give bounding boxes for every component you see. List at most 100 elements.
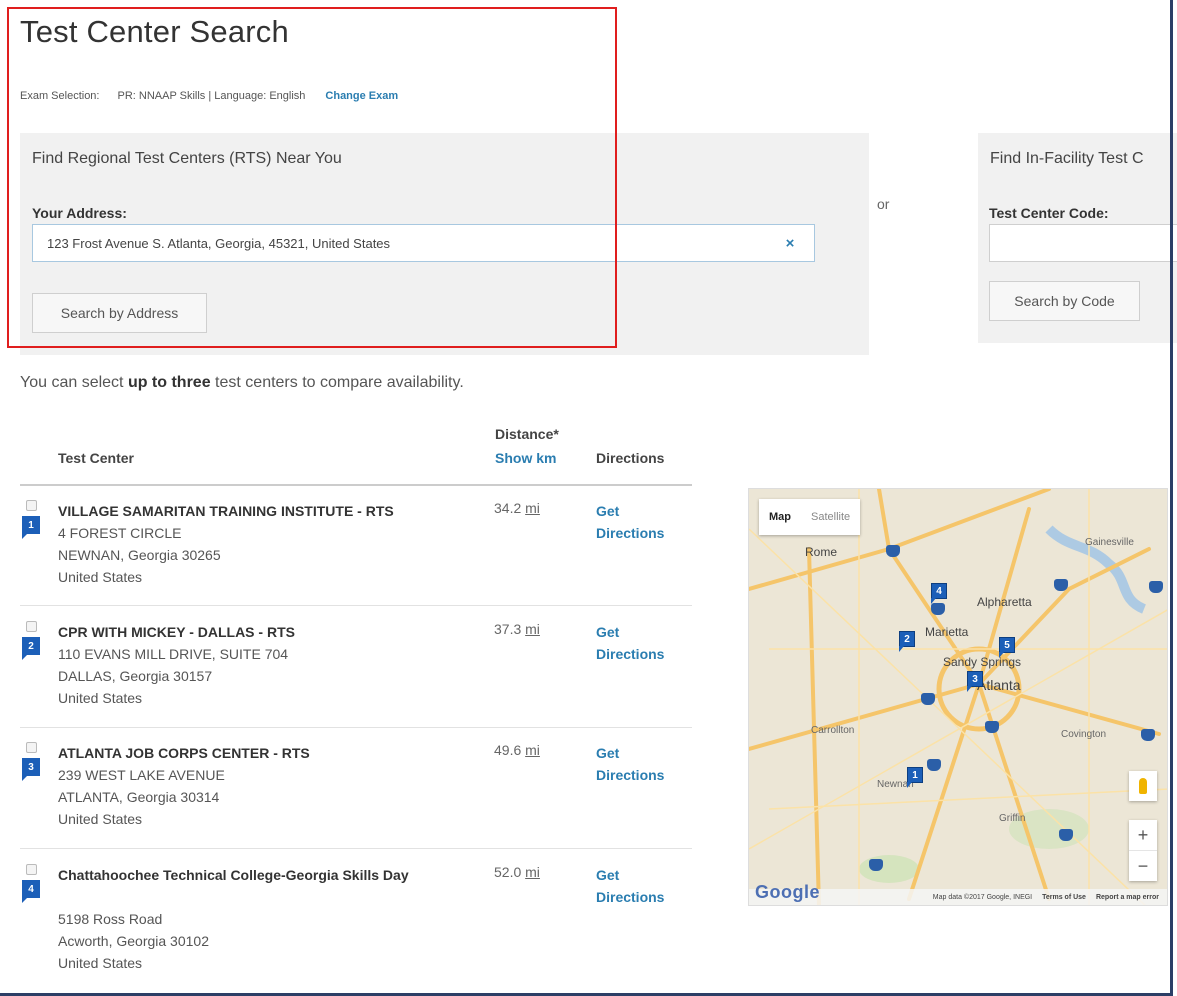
table-row: 2 CPR WITH MICKEY - DALLAS - RTS 110 EVA… — [20, 621, 692, 721]
google-logo: Google — [755, 882, 820, 902]
table-row: 3 ATLANTA JOB CORPS CENTER - RTS 239 WES… — [20, 742, 692, 842]
center-address-line1: 5198 Ross Road — [58, 911, 163, 927]
clear-icon[interactable]: × — [780, 235, 800, 252]
address-input[interactable]: 123 Frost Avenue S. Atlanta, Georgia, 45… — [32, 224, 815, 262]
zoom-out-button[interactable]: − — [1129, 851, 1157, 881]
select-checkbox[interactable] — [26, 621, 37, 632]
map-type-toggle[interactable]: Map Satellite — [759, 499, 861, 535]
center-address-line1: 110 EVANS MILL DRIVE, SUITE 704 — [58, 646, 289, 662]
results-map[interactable]: Map Satellite Rome Gainesville Alpharett… — [748, 488, 1168, 906]
highway-shield-icon — [931, 603, 945, 615]
get-directions-link[interactable]: Get Directions — [596, 864, 664, 908]
city-label: Carrollton — [811, 725, 855, 736]
center-address-line2: ATLANTA, Georgia 30314 — [58, 789, 220, 805]
column-header-distance: Distance* — [495, 426, 559, 442]
row-divider — [20, 848, 692, 849]
select-checkbox[interactable] — [26, 742, 37, 753]
search-by-address-button[interactable]: Search by Address — [32, 293, 207, 333]
center-distance: 52.0 mi — [494, 864, 540, 880]
page-title: Test Center Search — [20, 14, 289, 49]
center-distance: 37.3 mi — [494, 621, 540, 637]
city-label: Marietta — [925, 625, 969, 639]
row-divider — [20, 605, 692, 606]
test-center-code-label: Test Center Code: — [989, 205, 1109, 221]
map-marker-icon: 1 — [22, 516, 40, 539]
center-name: VILLAGE SAMARITAN TRAINING INSTITUTE - R… — [58, 503, 394, 519]
map-marker-icon: 3 — [22, 758, 40, 781]
highway-shield-icon — [886, 545, 900, 557]
exam-selection-value: PR: NNAAP Skills | Language: English — [117, 90, 306, 102]
map-pin-icon[interactable]: 5 — [999, 637, 1015, 658]
table-row: 1 VILLAGE SAMARITAN TRAINING INSTITUTE -… — [20, 500, 692, 600]
center-address-line1: 4 FOREST CIRCLE — [58, 525, 182, 541]
map-pin-icon[interactable]: 2 — [899, 631, 915, 652]
city-label: Gainesville — [1085, 537, 1134, 548]
city-label: Alpharetta — [977, 595, 1032, 609]
map-pin-icon[interactable]: 1 — [907, 767, 923, 788]
map-pin-icon[interactable]: 4 — [931, 583, 947, 604]
map-pin-icon[interactable]: 3 — [967, 671, 983, 692]
window-border — [1170, 0, 1173, 996]
center-country: United States — [58, 811, 143, 827]
center-address-line1: 239 WEST LAKE AVENUE — [58, 767, 225, 783]
satellite-tab[interactable]: Satellite — [801, 499, 860, 535]
highway-shield-icon — [921, 693, 935, 705]
map-marker-icon: 2 — [22, 637, 40, 660]
select-checkbox[interactable] — [26, 500, 37, 511]
or-separator: or — [877, 196, 890, 212]
highway-shield-icon — [1141, 729, 1155, 741]
search-by-code-button[interactable]: Search by Code — [989, 281, 1140, 321]
center-country: United States — [58, 690, 143, 706]
in-facility-panel-heading: Find In-Facility Test C — [990, 150, 1144, 167]
center-address-line2: Acworth, Georgia 30102 — [58, 933, 209, 949]
get-directions-link[interactable]: Get Directions — [596, 500, 664, 544]
exam-selection-label: Exam Selection: — [20, 90, 100, 102]
center-name: ATLANTA JOB CORPS CENTER - RTS — [58, 745, 310, 761]
get-directions-link[interactable]: Get Directions — [596, 742, 664, 786]
report-map-error-link[interactable]: Report a map error — [1096, 894, 1159, 901]
change-exam-link[interactable]: Change Exam — [325, 90, 398, 102]
city-label: Covington — [1061, 729, 1107, 740]
city-label: Griffin — [999, 813, 1026, 824]
header-divider — [20, 484, 692, 486]
select-checkbox[interactable] — [26, 864, 37, 875]
center-country: United States — [58, 569, 143, 585]
column-header-directions: Directions — [596, 450, 665, 466]
center-distance: 49.6 mi — [494, 742, 540, 758]
street-view-pegman-icon[interactable] — [1129, 771, 1157, 801]
highway-shield-icon — [927, 759, 941, 771]
highway-shield-icon — [985, 721, 999, 733]
center-country: United States — [58, 955, 143, 971]
table-row: 4 Chattahoochee Technical College-Georgi… — [20, 864, 692, 989]
center-name: Chattahoochee Technical College-Georgia … — [58, 867, 409, 883]
address-label: Your Address: — [32, 205, 127, 221]
highway-shield-icon — [869, 859, 883, 871]
center-distance: 34.2 mi — [494, 500, 540, 516]
test-center-code-input[interactable] — [989, 224, 1177, 262]
city-label: Rome — [805, 545, 838, 559]
address-input-value[interactable]: 123 Frost Avenue S. Atlanta, Georgia, 45… — [47, 236, 780, 251]
rts-search-panel: Find Regional Test Centers (RTS) Near Yo… — [20, 133, 869, 355]
highway-shield-icon — [1149, 581, 1163, 593]
city-label: Atlanta — [977, 677, 1021, 693]
center-address-line2: NEWNAN, Georgia 30265 — [58, 547, 221, 563]
terms-of-use-link[interactable]: Terms of Use — [1042, 894, 1086, 901]
zoom-control[interactable]: + − — [1129, 820, 1157, 881]
rts-panel-heading: Find Regional Test Centers (RTS) Near Yo… — [32, 150, 342, 167]
center-name: CPR WITH MICKEY - DALLAS - RTS — [58, 624, 295, 640]
map-tab[interactable]: Map — [759, 499, 801, 535]
zoom-in-button[interactable]: + — [1129, 820, 1157, 850]
city-label: Sandy Springs — [943, 655, 1022, 669]
in-facility-search-panel: Find In-Facility Test C Test Center Code… — [978, 133, 1177, 343]
map-data-credit: Map data ©2017 Google, INEGI — [932, 893, 1033, 901]
get-directions-link[interactable]: Get Directions — [596, 621, 664, 665]
highway-shield-icon — [1054, 579, 1068, 591]
row-divider — [20, 727, 692, 728]
exam-selection: Exam Selection: PR: NNAAP Skills | Langua… — [20, 90, 398, 102]
highway-shield-icon — [1059, 829, 1073, 841]
selection-hint: You can select up to three test centers … — [20, 374, 464, 391]
center-address-line2: DALLAS, Georgia 30157 — [58, 668, 213, 684]
show-km-link[interactable]: Show km — [495, 450, 556, 466]
map-marker-icon: 4 — [22, 880, 40, 903]
column-header-test-center: Test Center — [58, 450, 134, 466]
